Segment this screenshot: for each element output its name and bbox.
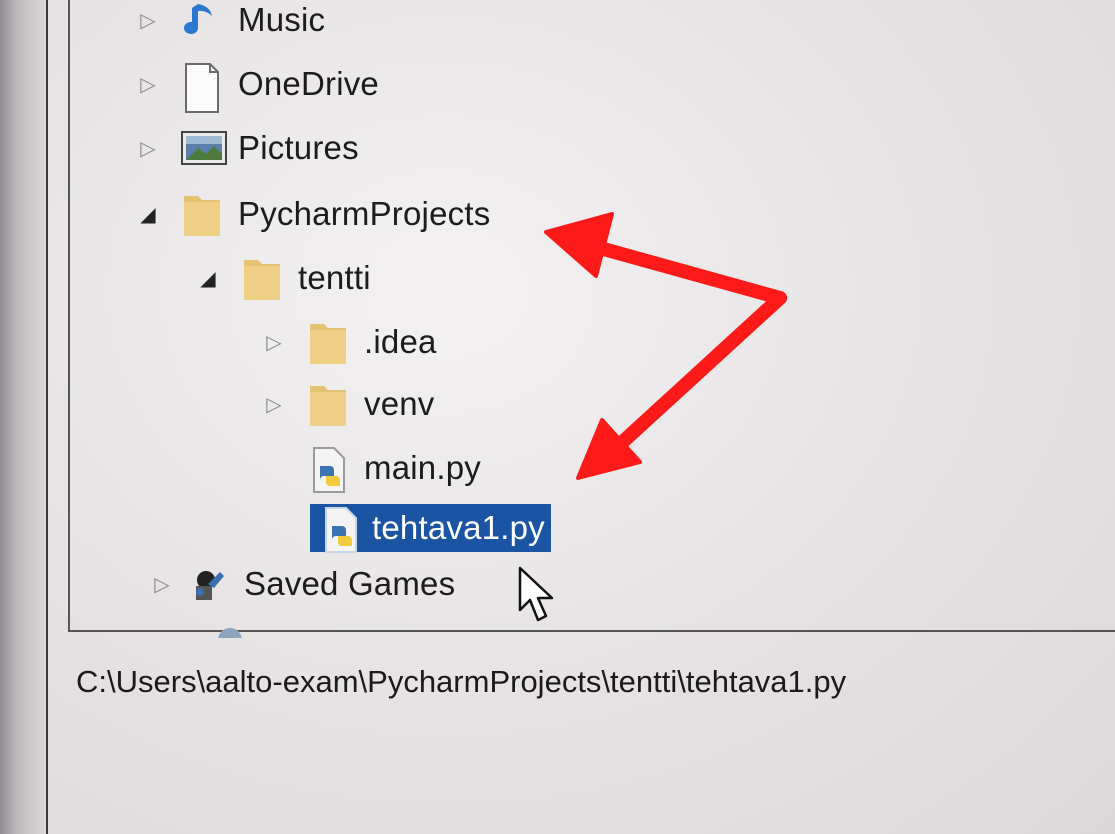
tree-item-label: .idea <box>364 323 437 360</box>
window-left-edge <box>0 0 48 834</box>
window-border <box>46 0 48 834</box>
expand-arrow-icon[interactable]: ▷ <box>136 136 160 161</box>
tree-item-label: Pictures <box>238 129 359 166</box>
tree-item-pycharmprojects[interactable]: ◢ PycharmProjects <box>136 186 490 242</box>
python-file-icon <box>306 446 350 493</box>
tree-item-idea[interactable]: ▷ .idea <box>262 314 437 370</box>
document-icon <box>180 62 224 113</box>
saved-games-icon <box>186 562 230 606</box>
collapse-arrow-icon[interactable]: ◢ <box>136 202 160 227</box>
expand-arrow-icon[interactable]: ▷ <box>150 572 174 597</box>
tree-item-saved-games[interactable]: ▷ Saved Games <box>150 556 455 612</box>
tree-item-label: main.py <box>364 449 481 486</box>
mouse-cursor-icon <box>516 566 564 626</box>
tree-item-label: Saved Games <box>244 565 456 602</box>
folder-icon <box>240 256 284 300</box>
tree-item-pictures[interactable]: ▷ Pictures <box>136 120 359 176</box>
tree-item-label-selected: tehtava1.py <box>372 509 545 546</box>
expand-arrow-icon[interactable]: ▷ <box>262 330 286 355</box>
tree-item-label: PycharmProjects <box>238 195 491 232</box>
folder-icon <box>306 382 350 426</box>
tree-item-tentti[interactable]: ◢ tentti <box>196 250 371 306</box>
collapse-arrow-icon[interactable]: ◢ <box>196 266 220 291</box>
tree-item-onedrive[interactable]: ▷ OneDrive <box>136 56 379 113</box>
tree-item-main-py[interactable]: main.py <box>262 440 481 496</box>
expand-arrow-icon[interactable]: ▷ <box>262 392 286 417</box>
selection-highlight[interactable]: tehtava1.py <box>310 504 551 553</box>
file-explorer-screen: ▷ Music ▷ OneDrive ▷ Pictures ◢ PycharmP… <box>0 0 1115 834</box>
tree-item-label: OneDrive <box>238 65 379 102</box>
tree-item-label: tentti <box>298 259 371 296</box>
pictures-icon <box>180 126 227 170</box>
tree-item-label: Music <box>238 1 326 38</box>
tree-item-venv[interactable]: ▷ venv <box>262 376 435 432</box>
music-icon <box>180 0 224 42</box>
tree-item-label: venv <box>364 385 435 422</box>
folder-icon <box>306 320 350 364</box>
tree-item-partial <box>150 618 350 638</box>
expand-arrow-icon[interactable]: ▷ <box>136 72 160 97</box>
tree-item-tehtava1-py[interactable]: tehtava1.py <box>286 500 551 556</box>
tree-item-music[interactable]: ▷ Music <box>136 0 325 48</box>
folder-icon <box>180 192 224 236</box>
status-bar-path: C:\Users\aalto-exam\PycharmProjects\tent… <box>76 664 847 699</box>
expand-arrow-icon[interactable]: ▷ <box>136 8 160 33</box>
python-file-icon <box>318 506 362 553</box>
